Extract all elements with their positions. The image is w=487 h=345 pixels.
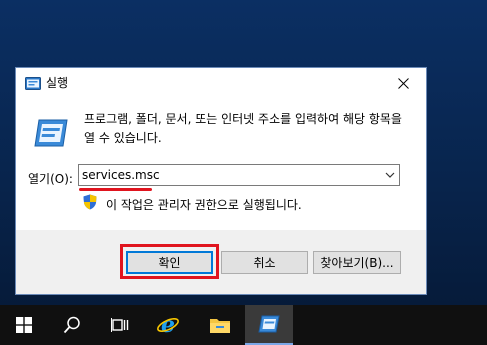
file-explorer-button[interactable] — [196, 305, 244, 345]
svg-text:e: e — [161, 313, 175, 337]
cancel-button[interactable]: 취소 — [221, 251, 308, 274]
close-button[interactable] — [380, 68, 426, 98]
chevron-down-icon[interactable] — [383, 168, 397, 182]
run-program-icon — [34, 119, 68, 147]
input-highlight-underline — [79, 188, 152, 191]
internet-explorer-icon: e — [157, 313, 179, 337]
taskbar: e — [0, 305, 487, 345]
run-icon — [25, 77, 41, 90]
start-icon — [16, 317, 32, 333]
dialog-content: 프로그램, 폴더, 문서, 또는 인터넷 주소를 입력하여 해당 항목을 열 수… — [16, 98, 426, 230]
internet-explorer-button[interactable]: e — [144, 305, 192, 345]
task-view-icon — [111, 318, 129, 332]
open-label: 열기(O): — [28, 172, 73, 186]
browse-button[interactable]: 찾아보기(B)... — [313, 251, 401, 274]
task-view-button[interactable] — [96, 305, 144, 345]
open-combobox[interactable] — [78, 164, 400, 186]
run-icon — [258, 315, 280, 333]
close-icon — [397, 77, 409, 89]
search-icon — [63, 316, 80, 334]
title-bar[interactable]: 실행 — [16, 68, 426, 98]
dialog-title: 실행 — [46, 76, 69, 90]
start-button[interactable] — [0, 305, 48, 345]
file-explorer-icon — [210, 319, 230, 333]
ok-button-highlight — [120, 244, 219, 279]
open-input[interactable] — [82, 167, 372, 183]
run-taskbar-button[interactable] — [245, 305, 293, 345]
search-button[interactable] — [48, 305, 96, 345]
run-dialog: 실행 프로그램, 폴더, 문서, 또는 인터넷 주소를 입력하여 해당 항목을 … — [15, 67, 427, 295]
dialog-description: 프로그램, 폴더, 문서, 또는 인터넷 주소를 입력하여 해당 항목을 열 수… — [84, 112, 402, 145]
uac-shield-icon — [83, 194, 97, 210]
admin-note: 이 작업은 관리자 권한으로 실행됩니다. — [106, 198, 302, 212]
